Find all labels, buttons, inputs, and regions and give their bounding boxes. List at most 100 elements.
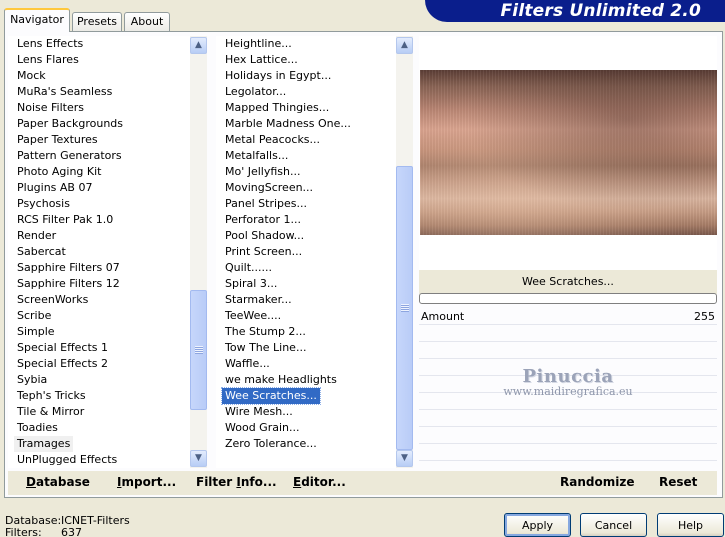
tab-presets[interactable]: Presets xyxy=(72,12,122,31)
list-item-label: Noise Filters xyxy=(17,101,84,114)
list-item[interactable]: Mo' Jellyfish... xyxy=(216,164,396,180)
list-item[interactable]: TeeWee.... xyxy=(216,308,396,324)
list-item[interactable]: Toadies xyxy=(8,420,190,436)
list-item[interactable]: we make Headlights xyxy=(216,372,396,388)
list-item[interactable]: Sybia xyxy=(8,372,190,388)
editor-button[interactable]: Editor... xyxy=(293,475,346,489)
scroll-thumb[interactable] xyxy=(190,290,207,410)
list-item[interactable]: Legolator... xyxy=(216,84,396,100)
category-scrollbar[interactable]: ▲ ▼ xyxy=(190,36,207,468)
list-item-label: Tow The Line... xyxy=(225,341,307,354)
parameter-label: Amount xyxy=(421,310,465,323)
list-item[interactable]: UnPlugged Effects xyxy=(8,452,190,468)
action-bar: Database Import... Filter Info... Editor… xyxy=(8,471,717,495)
parameter-row[interactable]: Amount 255 xyxy=(419,308,717,325)
list-item[interactable]: Plugins AB 07 xyxy=(8,180,190,196)
cancel-button[interactable]: Cancel xyxy=(580,513,647,537)
list-item-label: Panel Stripes... xyxy=(225,197,308,210)
list-item[interactable]: Wood Grain... xyxy=(216,420,396,436)
list-item[interactable]: Metalfalls... xyxy=(216,148,396,164)
list-item[interactable]: Simple xyxy=(8,324,190,340)
editor-label: ditor... xyxy=(301,475,346,489)
list-item[interactable]: Perforator 1... xyxy=(216,212,396,228)
list-item[interactable]: MovingScreen... xyxy=(216,180,396,196)
list-item[interactable]: Scribe xyxy=(8,308,190,324)
reset-button[interactable]: Reset xyxy=(659,475,697,489)
tab-about[interactable]: About xyxy=(124,12,170,31)
list-item[interactable]: Spiral 3... xyxy=(216,276,396,292)
randomize-button[interactable]: Randomize xyxy=(560,475,634,489)
filter-info-button[interactable]: Filter Info... xyxy=(196,475,277,489)
list-item[interactable]: Tramages xyxy=(8,436,190,452)
list-item[interactable]: Starmaker... xyxy=(216,292,396,308)
database-button[interactable]: Database xyxy=(26,475,90,489)
filter-list[interactable]: Heightline... Hex Lattice... Holidays in E… xyxy=(216,36,413,468)
scroll-up-icon[interactable]: ▲ xyxy=(396,37,413,54)
list-item[interactable]: Sapphire Filters 07 xyxy=(8,260,190,276)
help-button[interactable]: Help xyxy=(657,513,724,537)
list-item[interactable]: Heightline... xyxy=(216,36,396,52)
filters-count-value: 637 xyxy=(61,526,82,537)
list-item-label: Perforator 1... xyxy=(225,213,301,226)
list-item-label: we make Headlights xyxy=(225,373,337,386)
parameter-value: 255 xyxy=(694,310,715,323)
apply-button[interactable]: Apply xyxy=(504,513,571,537)
list-item-label: Hex Lattice... xyxy=(225,53,298,66)
filter-items: Heightline... Hex Lattice... Holidays in E… xyxy=(216,36,396,452)
list-item[interactable]: Noise Filters xyxy=(8,100,190,116)
filters-unlimited-window: Navigator Presets About Filters Unlimite… xyxy=(0,0,725,537)
filter-info-pre: Filter xyxy=(196,475,237,489)
list-item[interactable]: Wee Scratches... xyxy=(216,387,396,405)
tab-navigator[interactable]: Navigator xyxy=(4,8,70,32)
list-item[interactable]: Tow The Line... xyxy=(216,340,396,356)
list-item[interactable]: Psychosis xyxy=(8,196,190,212)
list-item[interactable]: Metal Peacocks... xyxy=(216,132,396,148)
list-item[interactable]: Wire Mesh... xyxy=(216,404,396,420)
list-item[interactable]: Pattern Generators xyxy=(8,148,190,164)
list-item[interactable]: Zero Tolerance... xyxy=(216,436,396,452)
list-item[interactable]: Pool Shadow... xyxy=(216,228,396,244)
list-item[interactable]: Mock xyxy=(8,68,190,84)
list-item[interactable]: Paper Backgrounds xyxy=(8,116,190,132)
list-item[interactable]: Marble Madness One... xyxy=(216,116,396,132)
list-item[interactable]: Mapped Thingies... xyxy=(216,100,396,116)
list-item-label: Psychosis xyxy=(17,197,70,210)
list-item[interactable]: Sabercat xyxy=(8,244,190,260)
list-item[interactable]: Hex Lattice... xyxy=(216,52,396,68)
list-item[interactable]: Holidays in Egypt... xyxy=(216,68,396,84)
list-item[interactable]: Special Effects 2 xyxy=(8,356,190,372)
import-button[interactable]: Import... xyxy=(117,475,176,489)
list-item[interactable]: Panel Stripes... xyxy=(216,196,396,212)
list-item[interactable]: Paper Textures xyxy=(8,132,190,148)
list-item-label: Toadies xyxy=(17,421,58,434)
list-item[interactable]: Photo Aging Kit xyxy=(8,164,190,180)
banner-title: Filters Unlimited 2.0 xyxy=(500,1,701,21)
category-list[interactable]: Lens Effects Lens Flares Mock MuRa's Seamle… xyxy=(8,36,207,468)
scroll-down-icon[interactable]: ▼ xyxy=(396,450,413,467)
list-item[interactable]: Lens Effects xyxy=(8,36,190,52)
list-item[interactable]: RCS Filter Pak 1.0 xyxy=(8,212,190,228)
filter-scrollbar[interactable]: ▲ ▼ xyxy=(396,36,413,468)
list-item[interactable]: Lens Flares xyxy=(8,52,190,68)
list-item[interactable]: The Stump 2... xyxy=(216,324,396,340)
grip-icon xyxy=(401,304,409,312)
list-item[interactable]: ScreenWorks xyxy=(8,292,190,308)
list-item[interactable]: Tile & Mirror xyxy=(8,404,190,420)
scroll-down-icon[interactable]: ▼ xyxy=(190,450,207,467)
list-item[interactable]: Teph's Tricks xyxy=(8,388,190,404)
list-item[interactable]: Render xyxy=(8,228,190,244)
scroll-up-icon[interactable]: ▲ xyxy=(190,37,207,54)
list-item-label: MuRa's Seamless xyxy=(17,85,113,98)
list-item[interactable]: Print Screen... xyxy=(216,244,396,260)
list-item[interactable]: Waffle... xyxy=(216,356,396,372)
list-item-label: Photo Aging Kit xyxy=(17,165,102,178)
list-item-label: Special Effects 2 xyxy=(17,357,109,370)
list-item-label: Sapphire Filters 12 xyxy=(17,277,120,290)
list-item[interactable]: Special Effects 1 xyxy=(8,340,190,356)
list-item[interactable]: Sapphire Filters 12 xyxy=(8,276,190,292)
list-item[interactable]: MuRa's Seamless xyxy=(8,84,190,100)
scroll-thumb[interactable] xyxy=(396,166,413,450)
parameter-row xyxy=(419,325,717,342)
selected-filter-name: Wee Scratches... xyxy=(419,270,717,294)
list-item[interactable]: Quilt...... xyxy=(216,260,396,276)
